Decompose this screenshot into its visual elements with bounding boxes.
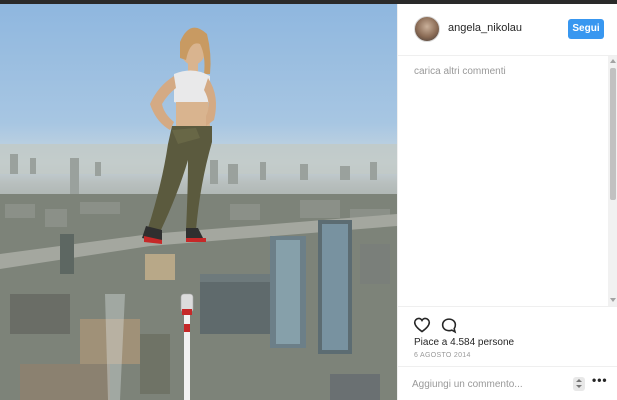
post-header: angela_nikolau Segui [398,4,617,56]
avatar[interactable] [414,16,440,42]
add-comment-input[interactable] [412,376,562,392]
scroll-down-arrow-icon[interactable] [610,298,616,302]
stepper-up-icon [576,379,582,382]
stepper-down-icon [576,385,582,388]
more-options-button[interactable]: ••• [592,373,608,387]
post-image[interactable] [0,4,397,400]
follow-button[interactable]: Segui [568,19,604,39]
post-sidebar: angela_nikolau Segui carica altri commen… [397,4,617,400]
username-link[interactable]: angela_nikolau [448,22,522,34]
heart-icon[interactable] [413,317,431,333]
comments-scrollbar[interactable] [608,56,617,306]
post-date: 6 AGOSTO 2014 [414,352,471,359]
load-more-comments-link[interactable]: carica altri commenti [414,66,506,77]
comment-bar: ••• [398,366,617,400]
scrollbar-thumb[interactable] [610,68,616,200]
scroll-up-arrow-icon[interactable] [610,59,616,63]
post-actions [398,306,617,334]
comment-stepper-icon[interactable] [573,377,585,391]
likes-count[interactable]: Piace a 4.584 persone [414,337,514,348]
comment-icon[interactable] [440,317,458,334]
city-photo-illustration [0,27,397,400]
